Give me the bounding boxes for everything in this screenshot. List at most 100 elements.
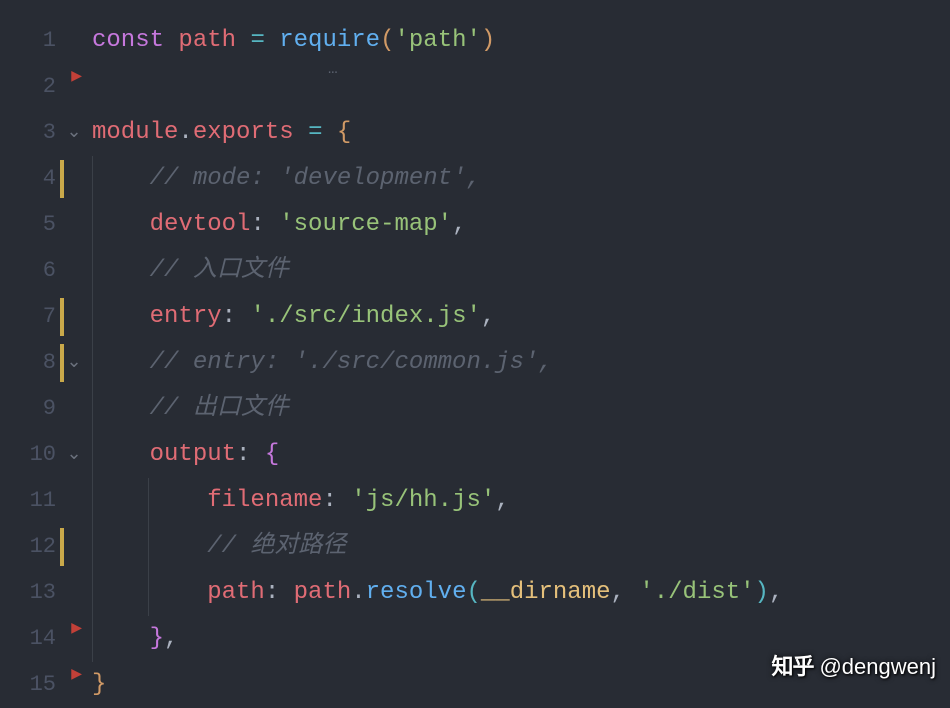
token	[92, 625, 150, 652]
gutter-line: 15	[0, 662, 92, 708]
line-number: 6	[43, 248, 56, 294]
code-text: // 入口文件	[92, 248, 289, 294]
token	[92, 257, 150, 284]
token: path	[207, 579, 265, 606]
code-text: // mode: 'development',	[92, 156, 481, 202]
token: // 出口文件	[150, 395, 289, 422]
token: devtool	[150, 211, 251, 238]
line-number: 8	[43, 340, 56, 386]
token: 'source-map'	[279, 211, 452, 238]
code-text: // entry: './src/common.js',	[92, 340, 553, 386]
line-number: 11	[30, 478, 56, 524]
token: (	[380, 27, 394, 54]
line-number: 3	[43, 110, 56, 156]
code-line[interactable]: const path = require('path')…	[92, 18, 950, 64]
indent-guide	[92, 616, 93, 662]
token: {	[337, 119, 351, 146]
line-number: 4	[43, 156, 56, 202]
token	[92, 441, 150, 468]
fold-icon[interactable]: ⌄	[64, 340, 84, 386]
indent-guide	[92, 386, 93, 432]
token: )	[481, 27, 495, 54]
gutter-line: 14▶	[0, 616, 92, 662]
code-text: // 绝对路径	[92, 524, 346, 570]
indent-guide	[92, 570, 93, 616]
token	[236, 27, 250, 54]
code-text: const path = require('path')	[92, 18, 495, 64]
code-line[interactable]: filename: 'js/hh.js',	[92, 478, 950, 524]
token: ,	[495, 487, 509, 514]
modification-indicator	[60, 298, 64, 336]
code-line[interactable]: // 绝对路径	[92, 524, 950, 570]
code-text: entry: './src/index.js',	[92, 294, 495, 340]
token: }	[92, 671, 106, 698]
code-text: path: path.resolve(__dirname, './dist'),	[92, 570, 783, 616]
gutter-line: 12	[0, 524, 92, 570]
token: (	[466, 579, 480, 606]
code-editor[interactable]: 1▶23⌄45678⌄910⌄111213▶14▶15 const path =…	[0, 0, 950, 706]
gutter-line: 5	[0, 202, 92, 248]
code-line[interactable]: // mode: 'development',	[92, 156, 950, 202]
token	[322, 119, 336, 146]
token: =	[308, 119, 322, 146]
gutter-line: 6	[0, 248, 92, 294]
token: __dirname	[481, 579, 611, 606]
modification-indicator	[60, 528, 64, 566]
token: // mode: 'development',	[150, 165, 481, 192]
indent-guide	[92, 156, 93, 202]
token: :	[265, 579, 294, 606]
token: ,	[481, 303, 495, 330]
token	[164, 27, 178, 54]
code-line[interactable]	[92, 64, 950, 110]
code-area[interactable]: const path = require('path')… module.expo…	[92, 0, 950, 706]
token	[294, 119, 308, 146]
token: 'path'	[394, 27, 480, 54]
indent-guide	[92, 432, 93, 478]
token: :	[236, 441, 265, 468]
token	[92, 303, 150, 330]
token: resolve	[366, 579, 467, 606]
indent-guide	[92, 248, 93, 294]
token: .	[351, 579, 365, 606]
code-line[interactable]: path: path.resolve(__dirname, './dist'),	[92, 570, 950, 616]
token: // 绝对路径	[207, 533, 346, 560]
code-line[interactable]: module.exports = {	[92, 110, 950, 156]
token	[92, 487, 207, 514]
gutter-line: 2	[0, 64, 92, 110]
token: :	[222, 303, 251, 330]
token: // 入口文件	[150, 257, 289, 284]
code-text: module.exports = {	[92, 110, 351, 156]
token: ,	[769, 579, 783, 606]
gutter-line: 9	[0, 386, 92, 432]
token	[92, 211, 150, 238]
code-line[interactable]: entry: './src/index.js',	[92, 294, 950, 340]
token: )	[755, 579, 769, 606]
code-line[interactable]: devtool: 'source-map',	[92, 202, 950, 248]
modification-indicator	[60, 160, 64, 198]
line-number: 14	[30, 616, 56, 662]
fold-icon[interactable]: ⌄	[64, 110, 84, 156]
token: {	[265, 441, 279, 468]
line-number: 2	[43, 64, 56, 110]
token: './dist'	[639, 579, 754, 606]
token	[92, 395, 150, 422]
code-text: },	[92, 616, 178, 662]
gutter-line: 4	[0, 156, 92, 202]
token: ,	[611, 579, 640, 606]
token: output	[150, 441, 236, 468]
token: path	[294, 579, 352, 606]
code-text: filename: 'js/hh.js',	[92, 478, 510, 524]
code-line[interactable]: // 出口文件	[92, 386, 950, 432]
token: './src/index.js'	[250, 303, 480, 330]
indent-guide	[148, 570, 149, 616]
watermark-handle: @dengwenj	[819, 644, 936, 690]
gutter-line: 1▶	[0, 18, 92, 64]
code-line[interactable]: // entry: './src/common.js',	[92, 340, 950, 386]
token: path	[178, 27, 236, 54]
token	[92, 579, 207, 606]
code-line[interactable]: // 入口文件	[92, 248, 950, 294]
token: 'js/hh.js'	[351, 487, 495, 514]
code-line[interactable]: output: {	[92, 432, 950, 478]
fold-icon[interactable]: ⌄	[64, 432, 84, 478]
gutter-line: 11	[0, 478, 92, 524]
